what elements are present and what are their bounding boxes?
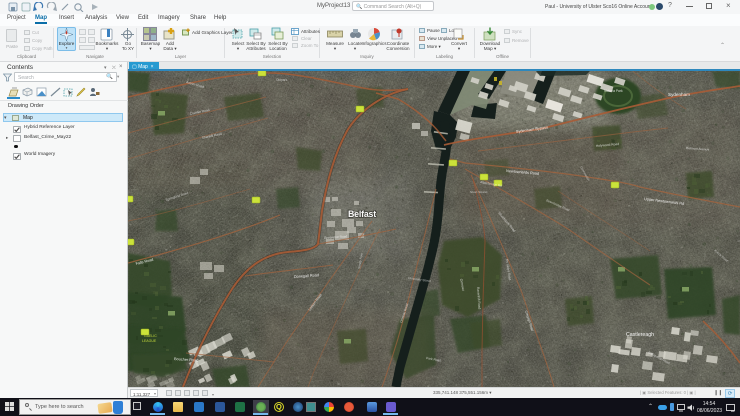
svg-text:Short Strand: Short Strand [470,190,488,194]
svg-text:Sydenham: Sydenham [668,92,690,97]
svg-text:LEAGUE: LEAGUE [142,339,157,343]
svg-text:Castlereagh: Castlereagh [626,332,654,338]
svg-text:Victoria Park: Victoria Park [604,89,623,93]
svg-text:Oldpark: Oldpark [276,78,288,82]
svg-text:GAELIC: GAELIC [144,334,157,338]
svg-text:Belfast: Belfast [348,209,376,219]
